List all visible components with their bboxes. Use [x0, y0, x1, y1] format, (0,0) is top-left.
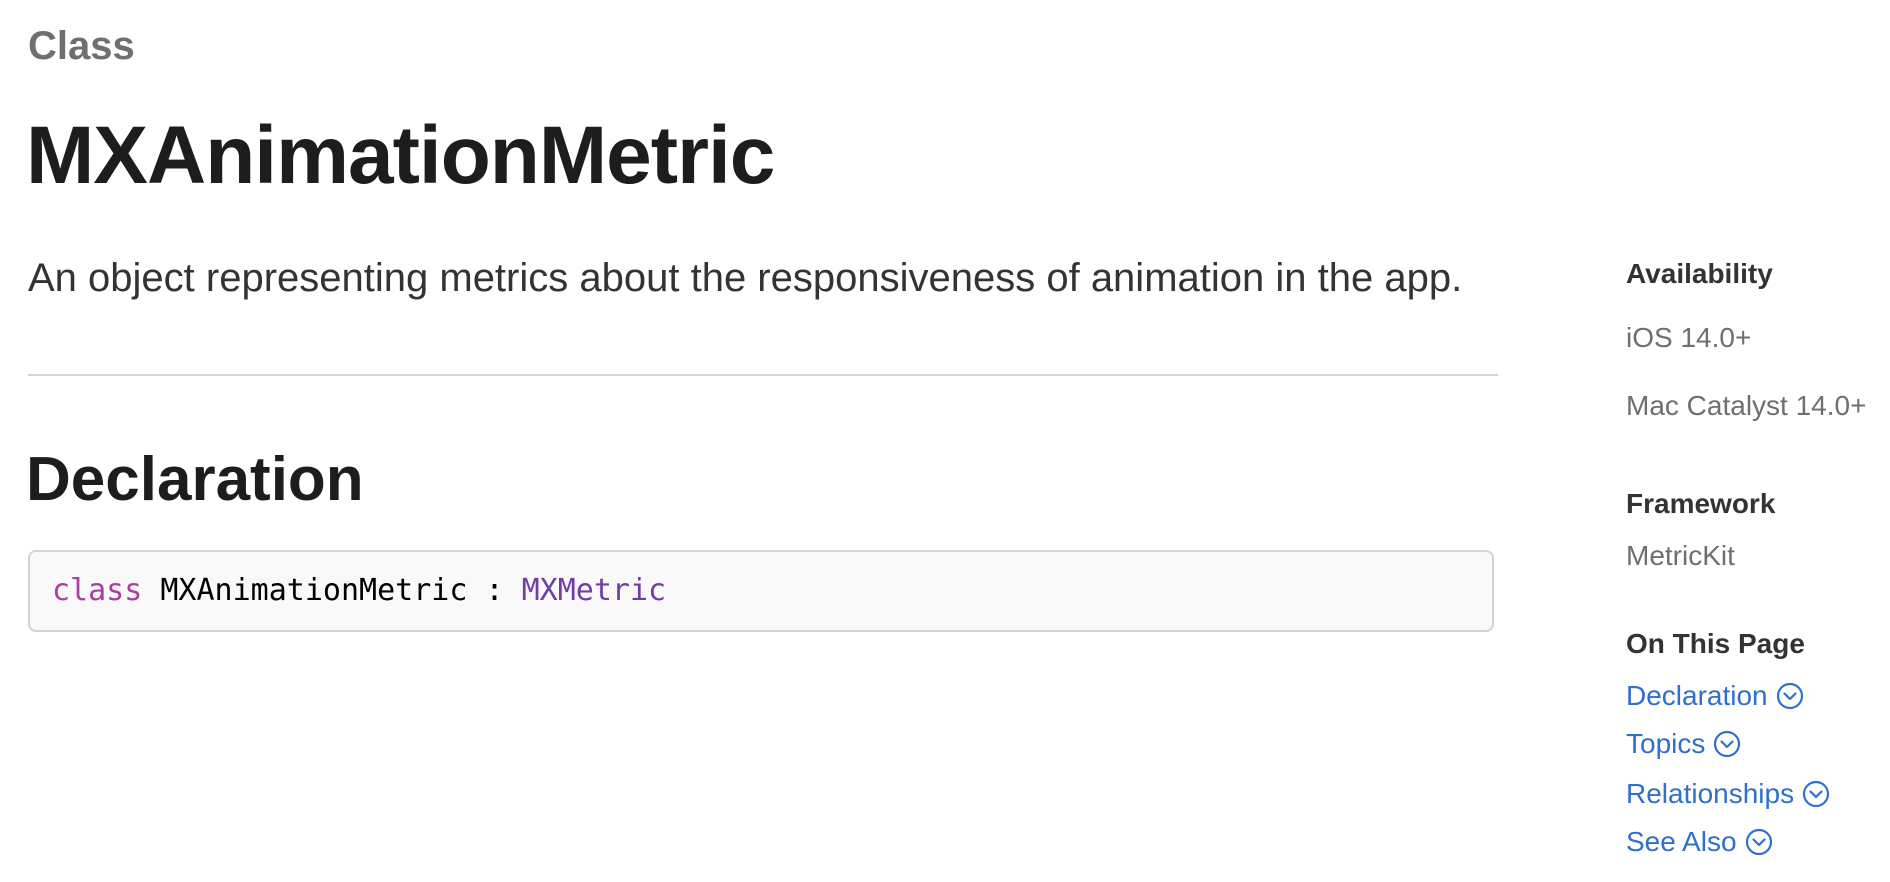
- code-superclass-link[interactable]: MXMetric: [522, 573, 667, 608]
- code-class-name: MXAnimationMetric :: [142, 573, 522, 608]
- declaration-code-block: class MXAnimationMetric : MXMetric: [28, 550, 1494, 632]
- chevron-down-circle-icon: [1714, 730, 1741, 758]
- availability-ios: iOS 14.0+: [1626, 322, 1752, 353]
- on-this-page-link-topics[interactable]: Topics: [1626, 726, 1741, 762]
- link-label: See Also: [1626, 826, 1737, 857]
- eyebrow-label: Class: [28, 24, 135, 68]
- on-this-page-link-relationships[interactable]: Relationships: [1626, 776, 1830, 812]
- declaration-heading: Declaration: [26, 445, 364, 514]
- availability-mac-catalyst: Mac Catalyst 14.0+: [1626, 390, 1867, 421]
- framework-value[interactable]: MetricKit: [1626, 538, 1735, 574]
- chevron-down-circle-icon: [1776, 682, 1803, 710]
- page-title: MXAnimationMetric: [26, 110, 775, 201]
- divider: [28, 374, 1498, 376]
- link-label: Relationships: [1626, 778, 1795, 809]
- page-abstract: An object representing metrics about the…: [28, 256, 1463, 300]
- link-label: Topics: [1626, 728, 1706, 759]
- on-this-page-label: On This Page: [1626, 628, 1805, 659]
- code-keyword: class: [52, 573, 143, 608]
- on-this-page-link-declaration[interactable]: Declaration: [1626, 678, 1804, 714]
- framework-label: Framework: [1626, 488, 1776, 519]
- chevron-down-circle-icon: [1745, 828, 1772, 856]
- on-this-page-link-see-also[interactable]: See Also: [1626, 824, 1773, 860]
- chevron-down-circle-icon: [1803, 780, 1830, 808]
- link-label: Declaration: [1626, 680, 1768, 711]
- availability-label: Availability: [1626, 258, 1773, 289]
